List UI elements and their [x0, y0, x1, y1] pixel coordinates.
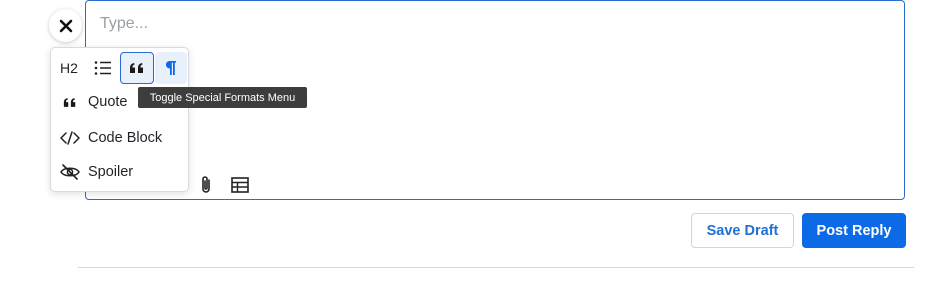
post-reply-button[interactable]: Post Reply	[802, 213, 906, 248]
quote-icon	[58, 97, 82, 108]
insert-table-button[interactable]	[229, 174, 251, 196]
save-draft-button[interactable]: Save Draft	[691, 213, 794, 248]
paperclip-icon	[198, 175, 214, 195]
pilcrow-icon	[165, 60, 177, 76]
divider	[78, 267, 914, 268]
table-icon	[231, 177, 249, 193]
close-button[interactable]	[49, 9, 82, 42]
code-icon	[58, 131, 82, 145]
heading-button[interactable]: H2	[54, 52, 84, 84]
quote-icon	[129, 62, 145, 74]
blockquote-button[interactable]	[120, 52, 154, 84]
formatting-popover: H2 Quote Code Block Spoiler	[50, 47, 189, 192]
toggle-special-formats-tooltip: Toggle Special Formats Menu	[138, 87, 307, 108]
toggle-special-formats-button[interactable]	[155, 52, 187, 84]
attach-file-button[interactable]	[195, 174, 217, 196]
menu-item-label: Quote	[88, 94, 128, 110]
menu-item-code-block[interactable]: Code Block	[54, 122, 186, 154]
eye-slash-icon	[58, 164, 82, 180]
reply-text-input[interactable]	[100, 15, 880, 33]
bullet-list-button[interactable]	[89, 52, 117, 84]
close-icon	[59, 19, 73, 33]
menu-item-spoiler[interactable]: Spoiler	[54, 156, 186, 188]
menu-item-label: Code Block	[88, 130, 163, 146]
menu-item-label: Spoiler	[88, 164, 134, 180]
bullet-list-icon	[94, 60, 112, 76]
